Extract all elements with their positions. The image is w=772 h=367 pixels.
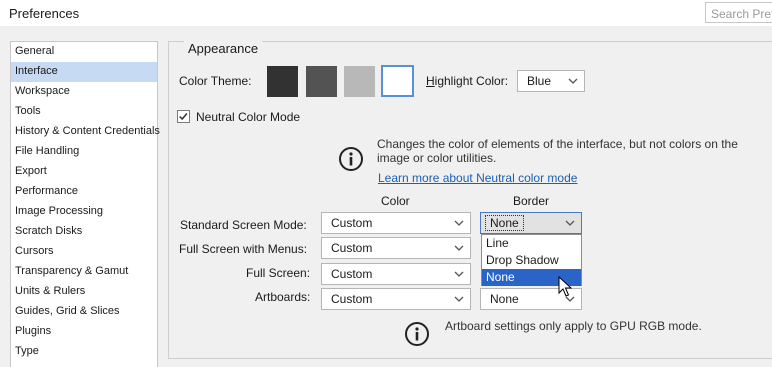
sidebar-item-type[interactable]: Type	[11, 342, 157, 362]
full-screen-label: Full Screen:	[246, 266, 311, 280]
color-theme-label: Color Theme:	[179, 74, 252, 88]
highlight-color-label: Highlight Color:	[426, 74, 508, 88]
theme-swatch-dark[interactable]	[306, 66, 337, 97]
full-screen-color-select[interactable]: Custom	[321, 263, 471, 285]
neutral-info-text-line1: Changes the color of elements of the int…	[377, 137, 738, 151]
sidebar-item-performance[interactable]: Performance	[11, 182, 157, 202]
sidebar-item-file-handling[interactable]: File Handling	[11, 142, 157, 162]
select-value: None	[485, 215, 524, 231]
select-value: Custom	[331, 292, 373, 306]
select-value: Custom	[331, 216, 373, 230]
neutral-color-label: Neutral Color Mode	[196, 110, 301, 124]
highlight-color-select[interactable]: Blue	[517, 70, 585, 92]
appearance-title: Appearance	[184, 41, 263, 56]
dropdown-option-line[interactable]: Line	[482, 235, 581, 252]
chevron-down-icon	[568, 78, 578, 84]
standard-screen-color-select[interactable]: Custom	[321, 212, 471, 234]
sidebar-item-transparency[interactable]: Transparency & Gamut	[11, 262, 157, 282]
theme-swatch-darkest[interactable]	[267, 66, 298, 97]
chevron-down-icon	[454, 220, 464, 226]
full-screen-menus-color-select[interactable]: Custom	[321, 237, 471, 259]
select-value: Custom	[331, 241, 373, 255]
highlight-label-rest: ighlight Color:	[434, 74, 509, 88]
sidebar-item-units-rulers[interactable]: Units & Rulers	[11, 282, 157, 302]
chevron-down-icon	[454, 296, 464, 302]
sidebar-item-image-processing[interactable]: Image Processing	[11, 202, 157, 222]
chevron-down-icon	[454, 271, 464, 277]
sidebar-item-scratch-disks[interactable]: Scratch Disks	[11, 222, 157, 242]
learn-more-link[interactable]: Learn more about Neutral color mode	[378, 171, 577, 185]
sidebar-item-guides[interactable]: Guides, Grid & Slices	[11, 302, 157, 322]
theme-swatch-light[interactable]	[344, 66, 375, 97]
sidebar-item-workspace[interactable]: Workspace	[11, 82, 157, 102]
standard-screen-label: Standard Screen Mode:	[180, 218, 307, 232]
highlight-color-value: Blue	[527, 74, 552, 88]
sidebar-item-export[interactable]: Export	[11, 162, 157, 182]
neutral-color-checkbox[interactable]	[177, 110, 190, 123]
select-value: None	[490, 292, 519, 306]
appearance-group	[168, 41, 772, 359]
search-input[interactable]	[705, 2, 772, 23]
chevron-down-icon	[454, 245, 464, 251]
pointer-cursor-icon	[558, 276, 572, 297]
chevron-down-icon	[565, 220, 575, 226]
standard-screen-border-select[interactable]: None	[480, 212, 582, 234]
checkmark-icon	[179, 113, 188, 121]
sidebar-item-general[interactable]: General	[11, 42, 157, 62]
info-icon	[405, 322, 429, 346]
sidebar-item-history[interactable]: History & Content Credentials	[11, 122, 160, 142]
window-title: Preferences	[9, 6, 80, 21]
select-value: Custom	[331, 267, 373, 281]
preferences-sidebar: General Interface Workspace Tools Histor…	[10, 41, 160, 367]
dropdown-option-drop-shadow[interactable]: Drop Shadow	[482, 252, 581, 269]
border-column-header: Border	[513, 194, 550, 208]
sidebar-item-interface[interactable]: Interface	[11, 62, 157, 82]
sidebar-item-tools[interactable]: Tools	[11, 102, 157, 122]
artboards-label: Artboards:	[255, 290, 311, 304]
artboard-note: Artboard settings only apply to GPU RGB …	[445, 319, 702, 333]
sidebar-item-cursors[interactable]: Cursors	[11, 242, 157, 262]
neutral-info-text-line2: image or color utilities.	[377, 151, 497, 165]
highlight-accesskey: H	[426, 74, 435, 88]
sidebar-item-plugins[interactable]: Plugins	[11, 322, 157, 342]
info-icon	[339, 147, 363, 171]
artboards-color-select[interactable]: Custom	[321, 288, 471, 310]
color-column-header: Color	[381, 194, 410, 208]
theme-swatch-lightest[interactable]	[381, 65, 414, 97]
title-bar: Preferences	[0, 0, 772, 26]
full-screen-menus-label: Full Screen with Menus:	[179, 242, 308, 256]
